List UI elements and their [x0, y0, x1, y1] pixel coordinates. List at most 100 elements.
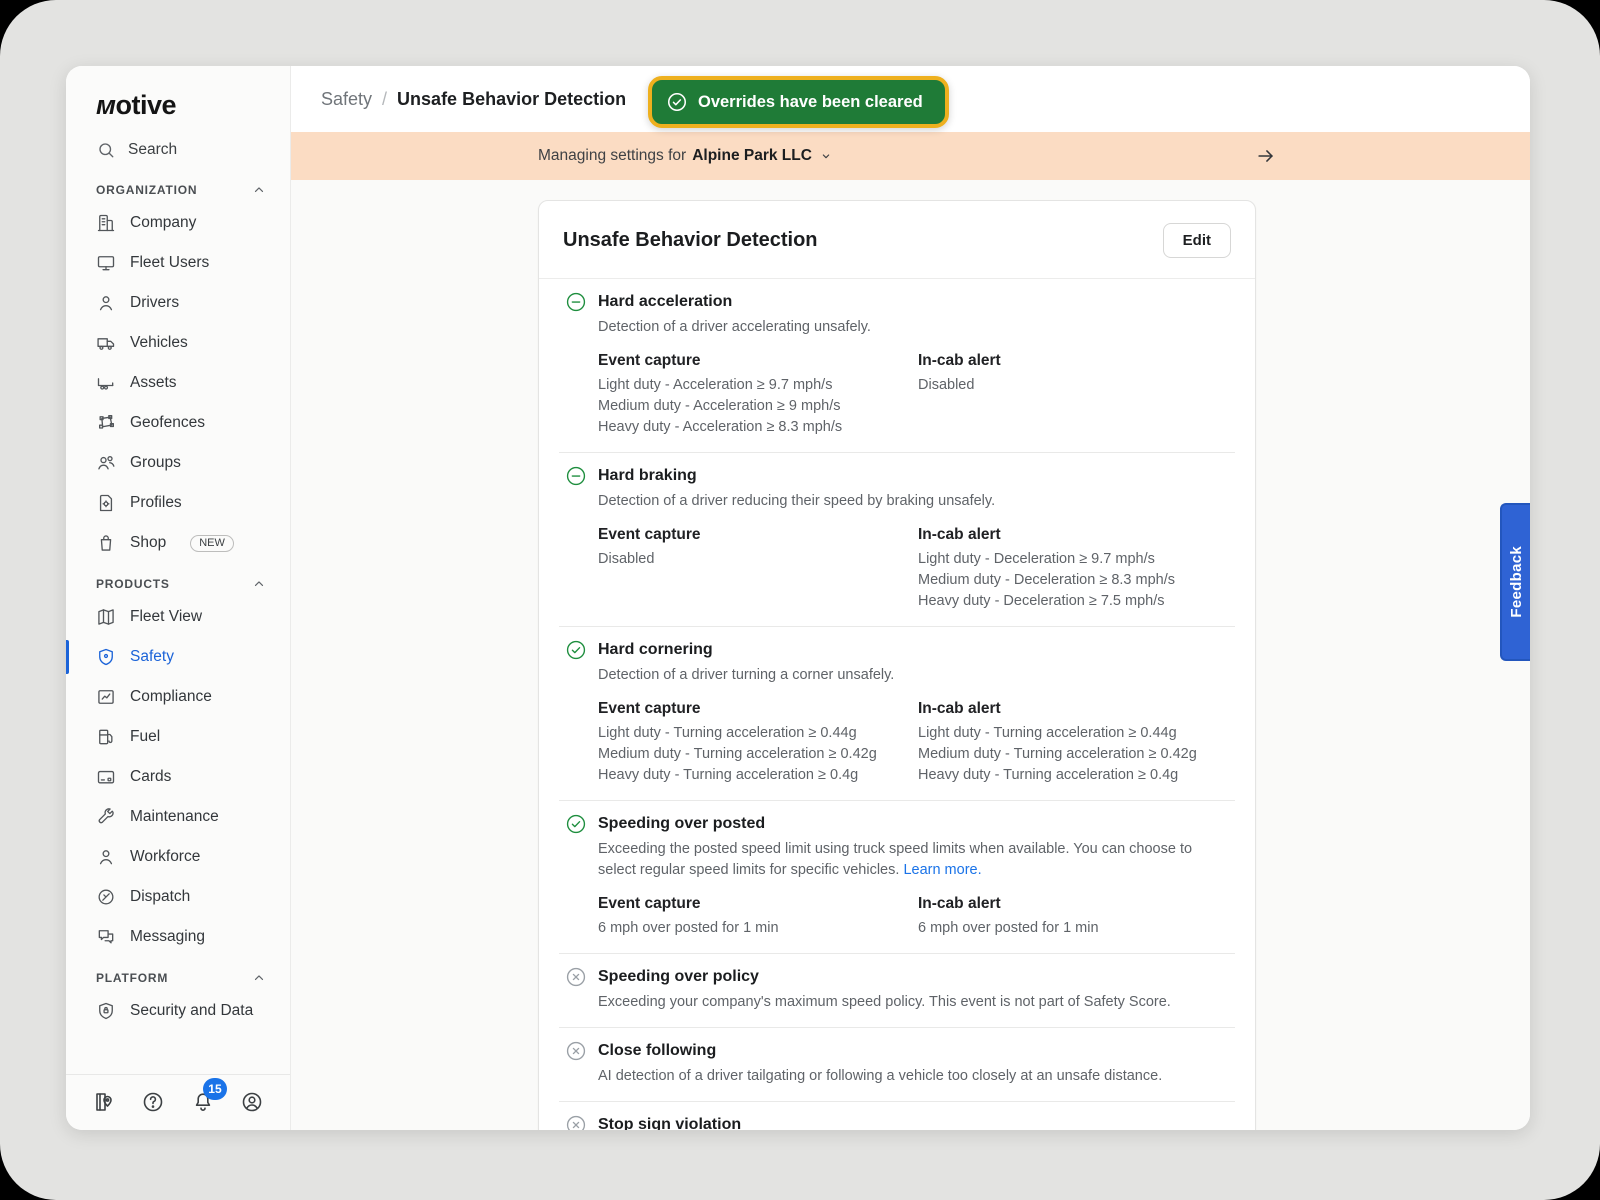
sidebar-item-shop[interactable]: Shop NEW — [66, 523, 290, 563]
column-heading: Event capture — [598, 698, 918, 719]
sidebar-item-label: Fuel — [130, 728, 160, 746]
sidebar-item-label: Security and Data — [130, 1002, 253, 1020]
chevron-up-icon — [252, 183, 266, 197]
notification-count-badge: 15 — [203, 1078, 226, 1100]
sidebar-item-label: Maintenance — [130, 808, 219, 826]
sidebar: мmotiveotive Search ORGANIZATION Company… — [66, 66, 291, 1130]
learn-more-link[interactable]: Learn more. — [903, 862, 981, 878]
sidebar-item-compliance[interactable]: Compliance — [66, 677, 290, 717]
setting-title: Speeding over policy — [598, 966, 759, 988]
sidebar-item-label: Shop — [130, 534, 166, 552]
sidebar-item-company[interactable]: Company — [66, 203, 290, 243]
section-platform[interactable]: PLATFORM — [66, 957, 290, 991]
sidebar-item-dispatch[interactable]: Dispatch — [66, 877, 290, 917]
motive-logo[interactable]: мmotiveotive — [66, 66, 290, 131]
sidebar-item-workforce[interactable]: Workforce — [66, 837, 290, 877]
setting-title: Close following — [598, 1040, 716, 1062]
column-heading: In-cab alert — [918, 350, 1229, 371]
map-icon — [96, 607, 116, 627]
threshold-line: Disabled — [918, 375, 1229, 396]
feedback-label: Feedback — [1508, 546, 1525, 618]
sidebar-item-fleet-users[interactable]: Fleet Users — [66, 243, 290, 283]
section-label: PRODUCTS — [96, 577, 170, 591]
check-circle-icon — [565, 813, 587, 835]
threshold-line: Light duty - Turning acceleration ≥ 0.44… — [598, 723, 918, 744]
monitor-icon — [96, 253, 116, 273]
sidebar-item-cards[interactable]: Cards — [66, 757, 290, 797]
toast-message: Overrides have been cleared — [698, 93, 923, 112]
x-circle-icon — [565, 1040, 587, 1062]
sidebar-item-drivers[interactable]: Drivers — [66, 283, 290, 323]
map-pin-card-icon[interactable] — [92, 1090, 116, 1114]
sidebar-item-label: Cards — [130, 768, 171, 786]
event-capture-column: Event capture Light duty - Turning accel… — [598, 698, 918, 786]
sidebar-item-profiles[interactable]: Profiles — [66, 483, 290, 523]
sidebar-item-label: Vehicles — [130, 334, 188, 352]
credit-card-icon — [96, 767, 116, 787]
banner-company-selector[interactable]: Managing settings for Alpine Park LLC — [538, 147, 834, 165]
sidebar-item-label: Groups — [130, 454, 181, 472]
threshold-line: Heavy duty - Turning acceleration ≥ 0.4g — [598, 765, 918, 786]
threshold-line: Medium duty - Acceleration ≥ 9 mph/s — [598, 396, 918, 417]
threshold-line: Light duty - Turning acceleration ≥ 0.44… — [918, 723, 1229, 744]
breadcrumb: Safety / Unsafe Behavior Detection — [321, 89, 626, 110]
in-cab-alert-column: In-cab alert Light duty - Deceleration ≥… — [918, 524, 1229, 612]
arrow-right-icon[interactable] — [1255, 145, 1277, 167]
event-capture-column: Event capture 6 mph over posted for 1 mi… — [598, 893, 918, 939]
sidebar-item-maintenance[interactable]: Maintenance — [66, 797, 290, 837]
check-circle-icon — [666, 91, 688, 113]
threshold-line: Heavy duty - Deceleration ≥ 7.5 mph/s — [918, 591, 1229, 612]
search-input[interactable]: Search — [66, 131, 290, 169]
chevron-up-icon — [252, 971, 266, 985]
section-label: ORGANIZATION — [96, 183, 197, 197]
in-cab-alert-column: In-cab alert 6 mph over posted for 1 min — [918, 893, 1229, 939]
success-toast: Overrides have been cleared — [648, 76, 949, 128]
sidebar-item-fleet-view[interactable]: Fleet View — [66, 597, 290, 637]
sidebar-item-safety[interactable]: Safety — [66, 637, 290, 677]
threshold-line: 6 mph over posted for 1 min — [918, 918, 1229, 939]
edit-button[interactable]: Edit — [1163, 223, 1231, 258]
notifications-bell-icon[interactable]: 15 — [191, 1090, 215, 1114]
check-circle-icon — [565, 639, 587, 661]
setting-title: Stop sign violation — [598, 1114, 741, 1130]
event-capture-column: Event capture Disabled — [598, 524, 918, 612]
content-area: Unsafe Behavior Detection Edit Hard acce… — [291, 180, 1530, 1130]
description-text: Exceeding the posted speed limit using t… — [598, 841, 1192, 878]
column-heading: In-cab alert — [918, 524, 1229, 545]
sidebar-item-label: Safety — [130, 648, 174, 666]
section-organization[interactable]: ORGANIZATION — [66, 169, 290, 203]
minus-circle-icon — [565, 291, 587, 313]
chart-square-icon — [96, 687, 116, 707]
sidebar-item-label: Assets — [130, 374, 177, 392]
threshold-line: Light duty - Acceleration ≥ 9.7 mph/s — [598, 375, 918, 396]
shield-lock-icon — [96, 1001, 116, 1021]
sidebar-item-label: Messaging — [130, 928, 205, 946]
breadcrumb-parent[interactable]: Safety — [321, 89, 372, 110]
threshold-line: Medium duty - Turning acceleration ≥ 0.4… — [918, 744, 1229, 765]
sidebar-item-groups[interactable]: Groups — [66, 443, 290, 483]
sidebar-item-fuel[interactable]: Fuel — [66, 717, 290, 757]
sidebar-item-assets[interactable]: Assets — [66, 363, 290, 403]
unsafe-behavior-detection-card: Unsafe Behavior Detection Edit Hard acce… — [538, 200, 1256, 1130]
setting-title: Hard acceleration — [598, 291, 732, 313]
in-cab-alert-column: In-cab alert Disabled — [918, 350, 1229, 438]
in-cab-alert-column: In-cab alert Light duty - Turning accele… — [918, 698, 1229, 786]
section-products[interactable]: PRODUCTS — [66, 563, 290, 597]
sidebar-item-security-and-data[interactable]: Security and Data — [66, 991, 290, 1031]
threshold-line: Light duty - Deceleration ≥ 9.7 mph/s — [918, 549, 1229, 570]
sidebar-item-label: Company — [130, 214, 196, 232]
sidebar-item-vehicles[interactable]: Vehicles — [66, 323, 290, 363]
setting-speeding-over-posted: Speeding over posted Exceeding the poste… — [559, 800, 1235, 953]
account-icon[interactable] — [240, 1090, 264, 1114]
help-icon[interactable] — [141, 1090, 165, 1114]
chat-bubbles-icon — [96, 927, 116, 947]
sidebar-item-geofences[interactable]: Geofences — [66, 403, 290, 443]
sidebar-item-messaging[interactable]: Messaging — [66, 917, 290, 957]
setting-title: Speeding over posted — [598, 813, 765, 835]
feedback-tab[interactable]: Feedback — [1500, 503, 1530, 661]
column-heading: Event capture — [598, 524, 918, 545]
minus-circle-icon — [565, 465, 587, 487]
sidebar-item-label: Dispatch — [130, 888, 190, 906]
main-area: Safety / Unsafe Behavior Detection Overr… — [291, 66, 1530, 1130]
wrench-icon — [96, 807, 116, 827]
